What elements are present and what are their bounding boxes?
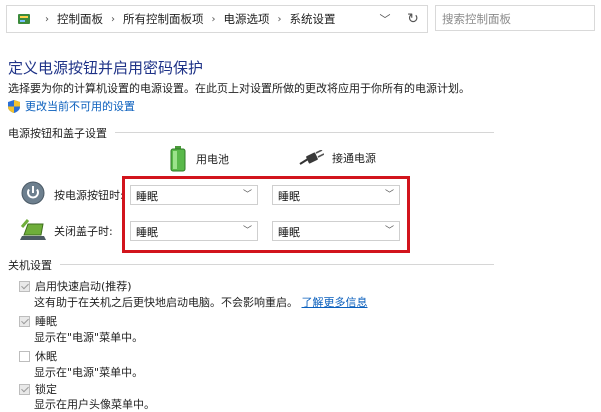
refresh-icon: ↻ bbox=[407, 11, 419, 27]
hibernate-label: 休眠 bbox=[35, 350, 57, 363]
breadcrumb: › 控制面板 › 所有控制面板项 › 电源选项 › 系统设置 bbox=[37, 6, 336, 32]
page-title: 定义电源按钮并启用密码保护 bbox=[8, 59, 204, 77]
chevron-down-icon: ﹀ bbox=[379, 13, 391, 26]
lock-label: 锁定 bbox=[35, 383, 57, 396]
checkbox-checked-icon bbox=[19, 280, 30, 292]
chevron-right-icon: › bbox=[211, 13, 216, 25]
battery-column-header: 用电池 bbox=[170, 146, 229, 172]
search-input[interactable]: 搜索控制面板 bbox=[435, 5, 595, 31]
power-plug-icon bbox=[299, 150, 324, 165]
checkbox-checked-icon bbox=[19, 383, 30, 395]
history-dropdown-button[interactable]: ﹀ bbox=[375, 9, 395, 29]
power-button-label: 按电源按钮时: bbox=[54, 189, 124, 202]
control-panel-icon bbox=[18, 14, 30, 24]
fast-startup-checkbox[interactable]: 启用快速启动(推荐) bbox=[19, 278, 132, 294]
change-link-label: 更改当前不可用的设置 bbox=[25, 100, 135, 113]
checkbox-checked-icon bbox=[19, 315, 30, 327]
breadcrumb-item-system-settings[interactable]: 系统设置 bbox=[290, 11, 336, 27]
plugged-column-header: 接通电源 bbox=[298, 150, 376, 166]
lid-close-label: 关闭盖子时: bbox=[54, 225, 113, 238]
shutdown-section-label: 关机设置 bbox=[8, 257, 60, 273]
breadcrumb-item-all-items[interactable]: 所有控制面板项 bbox=[123, 11, 204, 27]
hibernate-checkbox[interactable]: 休眠 bbox=[19, 348, 57, 364]
learn-more-link[interactable]: 了解更多信息 bbox=[302, 296, 368, 309]
highlight-box bbox=[122, 176, 410, 253]
lock-checkbox[interactable]: 锁定 bbox=[19, 381, 57, 397]
plugged-label: 接通电源 bbox=[332, 152, 376, 165]
change-unavailable-settings-link[interactable]: 更改当前不可用的设置 bbox=[8, 98, 135, 114]
battery-label: 用电池 bbox=[196, 153, 229, 166]
checkbox-unchecked-icon bbox=[19, 350, 30, 362]
refresh-button[interactable]: ↻ bbox=[403, 9, 423, 29]
battery-icon bbox=[170, 146, 186, 172]
address-bar[interactable]: › 控制面板 › 所有控制面板项 › 电源选项 › 系统设置 ﹀ ↻ bbox=[6, 5, 428, 33]
chevron-right-icon: › bbox=[277, 13, 282, 25]
breadcrumb-item-power-options[interactable]: 电源选项 bbox=[224, 11, 270, 27]
laptop-lid-icon bbox=[20, 219, 46, 240]
power-button-icon bbox=[21, 181, 45, 205]
sleep-checkbox[interactable]: 睡眠 bbox=[19, 313, 57, 329]
fast-startup-description: 这有助于在关机之后更快地启动电脑。不会影响重启。 了解更多信息 bbox=[34, 294, 368, 310]
search-placeholder: 搜索控制面板 bbox=[442, 12, 511, 26]
section-divider bbox=[8, 264, 494, 265]
chevron-right-icon: › bbox=[111, 13, 115, 25]
breadcrumb-item-control-panel[interactable]: 控制面板 bbox=[57, 11, 103, 27]
power-section-label: 电源按钮和盖子设置 bbox=[8, 125, 115, 141]
lock-description: 显示在用户头像菜单中。 bbox=[34, 398, 155, 411]
chevron-right-icon: › bbox=[45, 13, 49, 25]
page-description: 选择要为你的计算机设置的电源设置。在此页上对设置所做的更改将应用于你所有的电源计… bbox=[8, 82, 470, 95]
fast-startup-desc-text: 这有助于在关机之后更快地启动电脑。不会影响重启。 bbox=[34, 296, 298, 309]
sleep-description: 显示在"电源"菜单中。 bbox=[34, 331, 144, 344]
fast-startup-label: 启用快速启动(推荐) bbox=[35, 280, 132, 293]
hibernate-description: 显示在"电源"菜单中。 bbox=[34, 366, 144, 379]
sleep-label: 睡眠 bbox=[35, 315, 57, 328]
uac-shield-icon bbox=[8, 99, 20, 113]
